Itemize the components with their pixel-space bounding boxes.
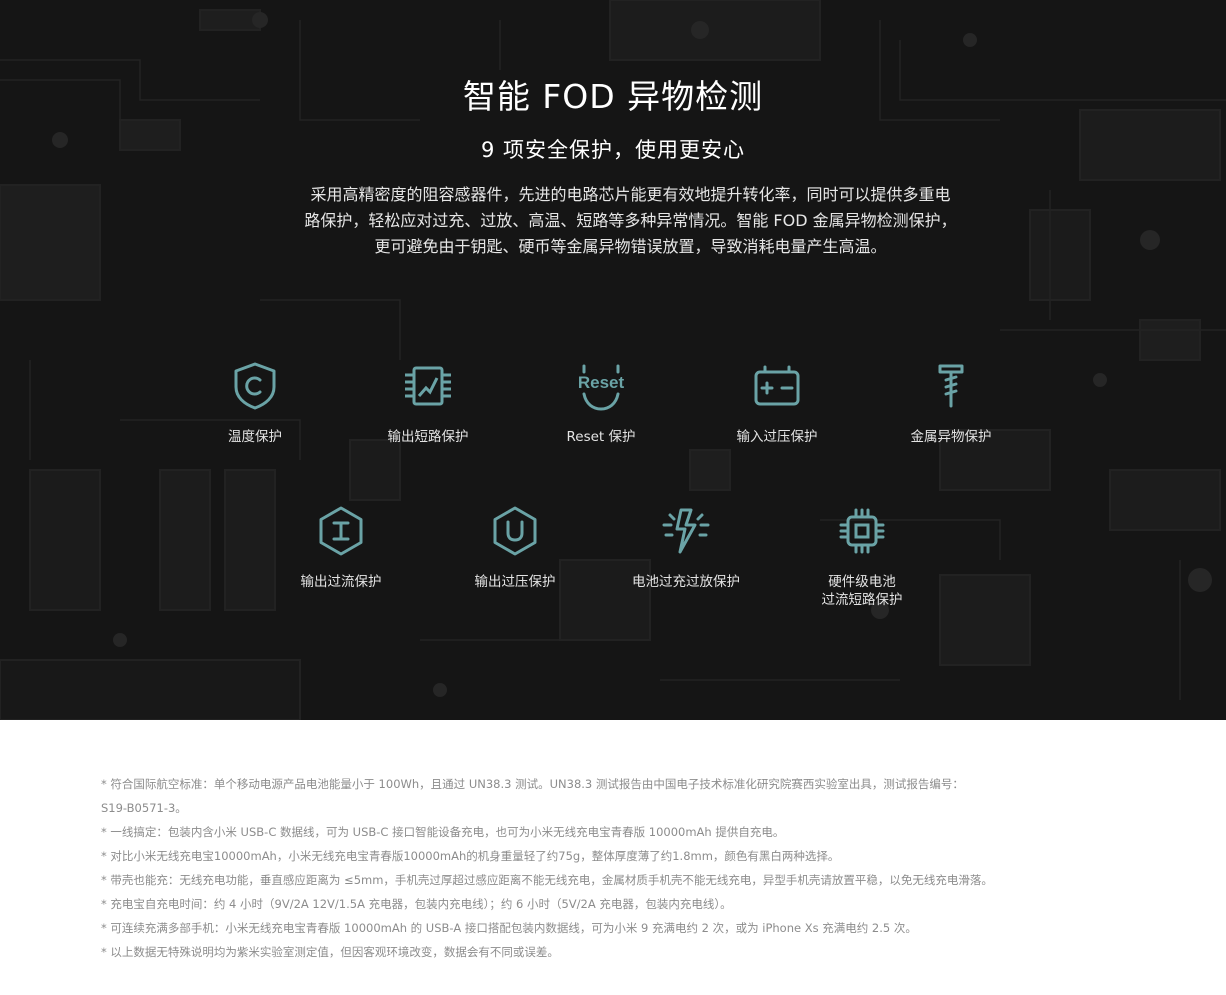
feature-label: 输出过流保护: [300, 574, 382, 590]
feature-label: 温度保护: [228, 429, 282, 445]
shield-c-icon: [234, 362, 276, 410]
chip-icon: [839, 508, 885, 554]
footnote: S19-B0571-3。: [101, 801, 187, 815]
footnote: * 符合国际航空标准：单个移动电源产品电池能量小于 100Wh，且通过 UN38…: [101, 777, 964, 791]
hero-description: 采用高精密度的阻容感器件，先进的电路芯片能更有效地提升转化率，同时可以提供多重电…: [304, 185, 957, 256]
feature-output-overcurrent-protection: 输出过流保护: [256, 505, 426, 591]
svg-text:Reset: Reset: [578, 373, 625, 392]
footnote: * 以上数据无特殊说明均为紫米实验室测定值，但因客观环境改变，数据会有不同或误差…: [101, 945, 559, 959]
hero-title: 智能 FOD 异物检测: [462, 77, 764, 116]
footnote: * 带壳也能充：无线充电功能，垂直感应距离为 ≤5mm，手机壳过厚超过感应距离不…: [101, 873, 993, 887]
feature-output-short-circuit-protection: 输出短路保护: [343, 360, 513, 446]
battery-plus-minus-icon: [754, 365, 800, 406]
feature-input-overvoltage-protection: 输入过压保护: [692, 360, 862, 446]
feature-reset-protection: Reset Reset 保护: [516, 360, 686, 446]
feature-battery-overcharge-protection: 电池过充过放保护: [601, 505, 771, 591]
reset-icon: Reset: [578, 364, 625, 411]
feature-label: Reset 保护: [566, 429, 636, 445]
screw-icon: [938, 364, 964, 408]
footnote: * 可连续充满多部手机：小米无线充电宝青春版 10000mAh 的 USB-A …: [101, 921, 917, 935]
hero-section: 智能 FOD 异物检测 9 项安全保护，使用更安心 采用高精密度的阻容感器件，先…: [0, 0, 1226, 720]
feature-label: 输入过压保护: [736, 429, 818, 445]
feature-label: 电池过充过放保护: [632, 574, 740, 590]
feature-metal-object-protection: 金属异物保护: [866, 360, 1036, 446]
feature-hardware-battery-protection: 硬件级电池 过流短路保护: [777, 505, 947, 609]
lightning-icon: [662, 508, 710, 554]
footnote: * 一线搞定：包装内含小米 USB-C 数据线，可为 USB-C 接口智能设备充…: [101, 825, 785, 839]
hexagon-i-icon: [319, 506, 363, 556]
feature-label: 金属异物保护: [910, 429, 992, 445]
hexagon-u-icon: [493, 506, 537, 556]
feature-label: 输出短路保护: [387, 429, 469, 445]
hero-subtitle: 9 项安全保护，使用更安心: [480, 138, 746, 162]
feature-label: 硬件级电池 过流短路保护: [821, 574, 903, 608]
feature-output-overvoltage-protection: 输出过压保护: [430, 505, 600, 591]
circuit-board-icon: [405, 366, 451, 406]
footnote: * 对比小米无线充电宝10000mAh，小米无线充电宝青春版10000mAh的机…: [101, 849, 840, 863]
footnote: * 充电宝自充电时间：约 4 小时（9V/2A 12V/1.5A 充电器，包装内…: [101, 897, 732, 911]
feature-label: 输出过压保护: [474, 574, 556, 590]
feature-temperature-protection: 温度保护: [170, 360, 340, 446]
footnotes: * 符合国际航空标准：单个移动电源产品电池能量小于 100Wh，且通过 UN38…: [101, 772, 1111, 964]
